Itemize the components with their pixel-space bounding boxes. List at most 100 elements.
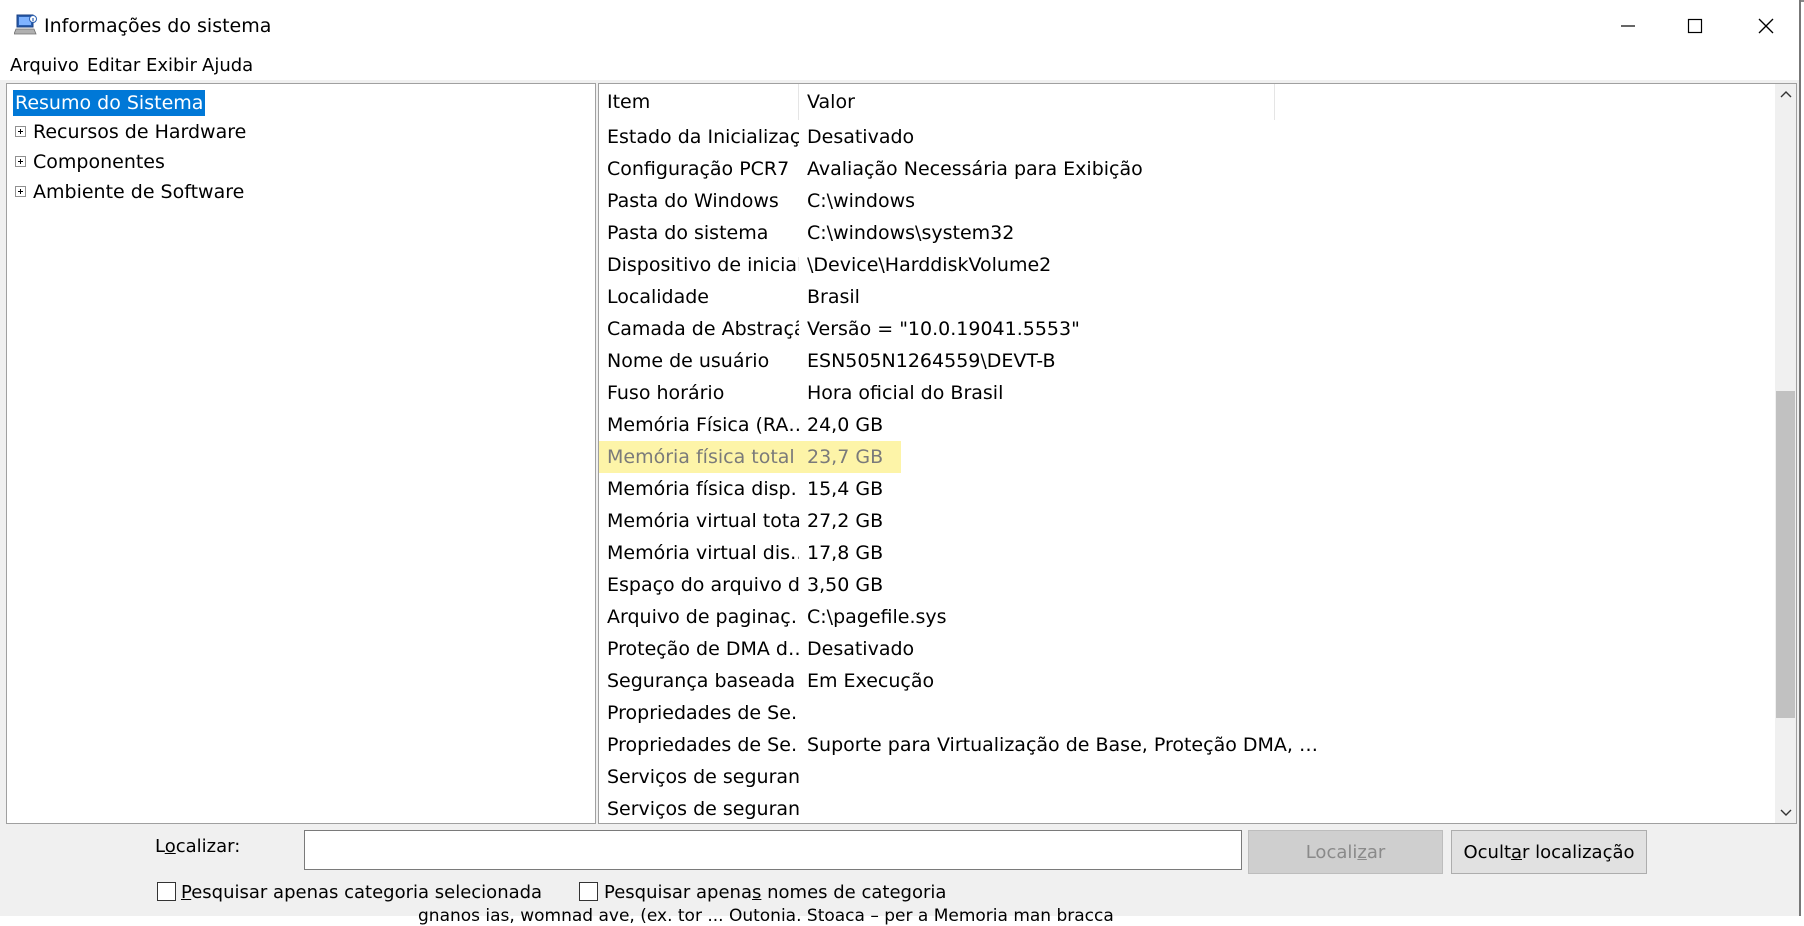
row-item-cell: Serviços de seguran…	[607, 766, 799, 788]
table-row[interactable]: Memória física total 23,7 GB	[599, 441, 1775, 473]
row-value-cell: 3,50 GB	[807, 574, 884, 596]
table-row[interactable]: Camada de Abstraçã… Versão = "10.0.19041.…	[599, 313, 1775, 345]
row-value-cell: Avaliação Necessária para Exibição	[807, 158, 1143, 180]
scroll-down-button[interactable]	[1775, 803, 1796, 823]
table-row[interactable]: Proteção de DMA d… Desativado	[599, 633, 1775, 665]
minimize-icon	[1621, 25, 1635, 27]
table-row[interactable]: Espaço do arquivo d… 3,50 GB	[599, 569, 1775, 601]
row-item-cell: Memória física disp…	[607, 478, 799, 500]
tree-item-componentes[interactable]: Componentes	[13, 149, 313, 175]
expand-icon[interactable]	[15, 156, 26, 167]
table-row[interactable]: Pasta do sistema C:\windows\system32	[599, 217, 1775, 249]
row-value-cell: Desativado	[807, 638, 915, 660]
table-row[interactable]: Configuração PCR7 Avaliação Necessária pa…	[599, 153, 1775, 185]
table-row[interactable]: Segurança baseada … Em Execução	[599, 665, 1775, 697]
row-item-cell: Espaço do arquivo d…	[607, 574, 799, 596]
row-value-cell: C:\windows\system32	[807, 222, 1015, 244]
row-value-cell: 23,7 GB	[807, 446, 884, 468]
hide-find-button[interactable]: Ocult a r localização	[1451, 830, 1647, 874]
row-value-cell: Desativado	[807, 126, 915, 148]
table-row[interactable]: Memória Física (RA… 24,0 GB	[599, 409, 1775, 441]
row-item-cell: Dispositivo de inicial…	[607, 254, 799, 276]
window-title: Informações do sistema	[44, 15, 272, 37]
table-row[interactable]: Estado da Inicializaç… Desativado	[599, 121, 1775, 153]
menu-bar: Arquivo Editar Exibir Ajuda	[0, 52, 1799, 80]
search-selected-category-checkbox[interactable]	[157, 882, 176, 901]
maximize-icon	[1687, 18, 1703, 34]
row-value-cell: Brasil	[807, 286, 860, 308]
table-row[interactable]: Memória virtual dis… 17,8 GB	[599, 537, 1775, 569]
details-list[interactable]: Item Valor Estado da Inicializaç… Desativ…	[598, 83, 1797, 824]
close-icon	[1758, 18, 1774, 34]
tree-item-label: Componentes	[33, 151, 165, 173]
details-rows: Estado da Inicializaç… Desativado Configur…	[599, 121, 1775, 823]
find-label: Localizar:	[155, 836, 241, 857]
table-row[interactable]: Memória virtual total 27,2 GB	[599, 505, 1775, 537]
category-tree[interactable]: Resumo do Sistema Recursos de Hardware C…	[6, 83, 596, 824]
title-bar[interactable]: Informações do sistema	[0, 0, 1799, 52]
expand-icon[interactable]	[15, 126, 26, 137]
row-value-cell: 27,2 GB	[807, 510, 884, 532]
system-info-app-icon	[14, 14, 37, 35]
row-item-cell: Proteção de DMA d…	[607, 638, 799, 660]
search-category-names-label[interactable]: Pesquisar apenas nomes de categoria	[604, 882, 946, 903]
minimize-button[interactable]	[1593, 0, 1663, 52]
row-value-cell: 15,4 GB	[807, 478, 884, 500]
table-row[interactable]: Memória física disp… 15,4 GB	[599, 473, 1775, 505]
find-input[interactable]	[304, 830, 1242, 870]
row-item-cell: Memória Física (RA…	[607, 414, 799, 436]
row-item-cell: Localidade	[607, 286, 709, 308]
chevron-down-icon	[1780, 809, 1791, 816]
close-button[interactable]	[1731, 0, 1801, 52]
row-item-cell: Fuso horário	[607, 382, 725, 404]
table-row[interactable]: Propriedades de Se… Suporte para Virtuali…	[599, 729, 1775, 761]
scroll-up-button[interactable]	[1775, 84, 1796, 104]
column-header-value[interactable]: Valor	[799, 84, 1275, 120]
table-row[interactable]: Propriedades de Se…	[599, 697, 1775, 729]
row-value-cell: ESN505N1264559\DEVT-B	[807, 350, 1056, 372]
find-button[interactable]: Locali z ar	[1248, 830, 1443, 874]
row-value-cell: \Device\HarddiskVolume2	[807, 254, 1052, 276]
tree-item-ambiente-de-software[interactable]: Ambiente de Software	[13, 179, 313, 205]
menu-exibir[interactable]: Exibir	[146, 55, 197, 76]
scrollbar-thumb[interactable]	[1776, 391, 1795, 718]
row-value-cell: C:\pagefile.sys	[807, 606, 947, 628]
table-row[interactable]: Pasta do Windows C:\windows	[599, 185, 1775, 217]
row-item-cell: Memória física total	[607, 446, 795, 468]
row-item-cell: Memória virtual dis…	[607, 542, 799, 564]
search-category-names-checkbox[interactable]	[579, 882, 598, 901]
table-row[interactable]: Nome de usuário ESN505N1264559\DEVT-B	[599, 345, 1775, 377]
row-item-cell: Nome de usuário	[607, 350, 770, 372]
expand-icon[interactable]	[15, 186, 26, 197]
row-item-cell: Arquivo de paginaç…	[607, 606, 799, 628]
system-info-window: Informações do sistema Arquivo Editar Ex…	[0, 0, 1801, 926]
row-item-cell: Propriedades de Se…	[607, 702, 799, 724]
row-item-cell: Estado da Inicializaç…	[607, 126, 799, 148]
maximize-button[interactable]	[1660, 0, 1730, 52]
table-row[interactable]: Serviços de seguran…	[599, 793, 1775, 823]
tree-item-resumo-do-sistema[interactable]: Resumo do Sistema	[13, 90, 206, 116]
row-item-cell: Pasta do Windows	[607, 190, 779, 212]
search-selected-category-label[interactable]: Pesquisar apenas categoria selecionada	[181, 882, 542, 903]
column-header-item[interactable]: Item	[599, 84, 799, 120]
row-value-cell: C:\windows	[807, 190, 916, 212]
vertical-scrollbar[interactable]	[1775, 84, 1796, 823]
background-window-text: gnanos ias, womnad ave, (ex. tor ... Out…	[418, 906, 1114, 926]
chevron-up-icon	[1780, 91, 1791, 98]
row-value-cell: Suporte para Virtualização de Base, Prot…	[807, 734, 1318, 756]
menu-editar[interactable]: Editar	[87, 55, 140, 76]
table-row[interactable]: Fuso horário Hora oficial do Brasil	[599, 377, 1775, 409]
row-value-cell: 24,0 GB	[807, 414, 884, 436]
row-value-cell: Versão = "10.0.19041.5553"	[807, 318, 1080, 340]
table-row[interactable]: Dispositivo de inicial… \Device\HarddiskV…	[599, 249, 1775, 281]
tree-item-recursos-de-hardware[interactable]: Recursos de Hardware	[13, 119, 313, 145]
table-row[interactable]: Localidade Brasil	[599, 281, 1775, 313]
table-row[interactable]: Arquivo de paginaç… C:\pagefile.sys	[599, 601, 1775, 633]
row-item-cell: Segurança baseada …	[607, 670, 799, 692]
menu-arquivo[interactable]: Arquivo	[10, 55, 79, 76]
tree-item-label: Recursos de Hardware	[33, 121, 247, 143]
table-row[interactable]: Serviços de seguran…	[599, 761, 1775, 793]
row-item-cell: Serviços de seguran…	[607, 798, 799, 820]
menu-ajuda[interactable]: Ajuda	[202, 55, 253, 76]
row-item-cell: Propriedades de Se…	[607, 734, 799, 756]
